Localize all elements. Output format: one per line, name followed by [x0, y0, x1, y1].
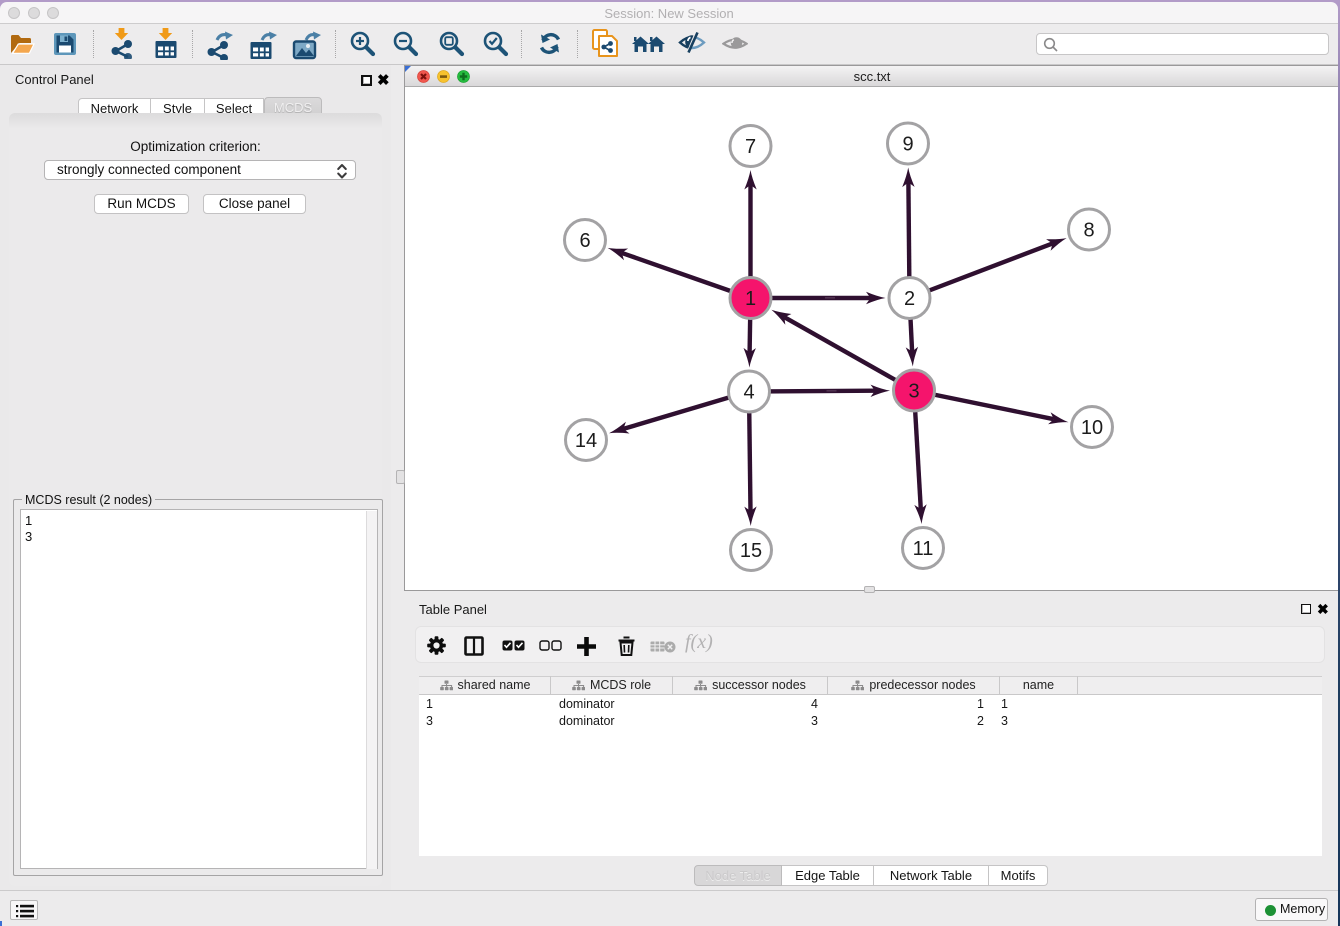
svg-text:8: 8	[1083, 220, 1094, 242]
svg-text:10: 10	[1081, 417, 1103, 439]
svg-text:11: 11	[913, 538, 934, 560]
svg-text:7: 7	[745, 136, 756, 158]
svg-text:15: 15	[740, 540, 762, 562]
svg-text:14: 14	[575, 430, 597, 452]
svg-text:6: 6	[579, 230, 590, 252]
svg-text:4: 4	[743, 382, 754, 404]
svg-text:1: 1	[745, 288, 756, 310]
svg-text:3: 3	[908, 381, 919, 403]
svg-text:2: 2	[904, 288, 915, 310]
svg-text:9: 9	[902, 134, 913, 156]
